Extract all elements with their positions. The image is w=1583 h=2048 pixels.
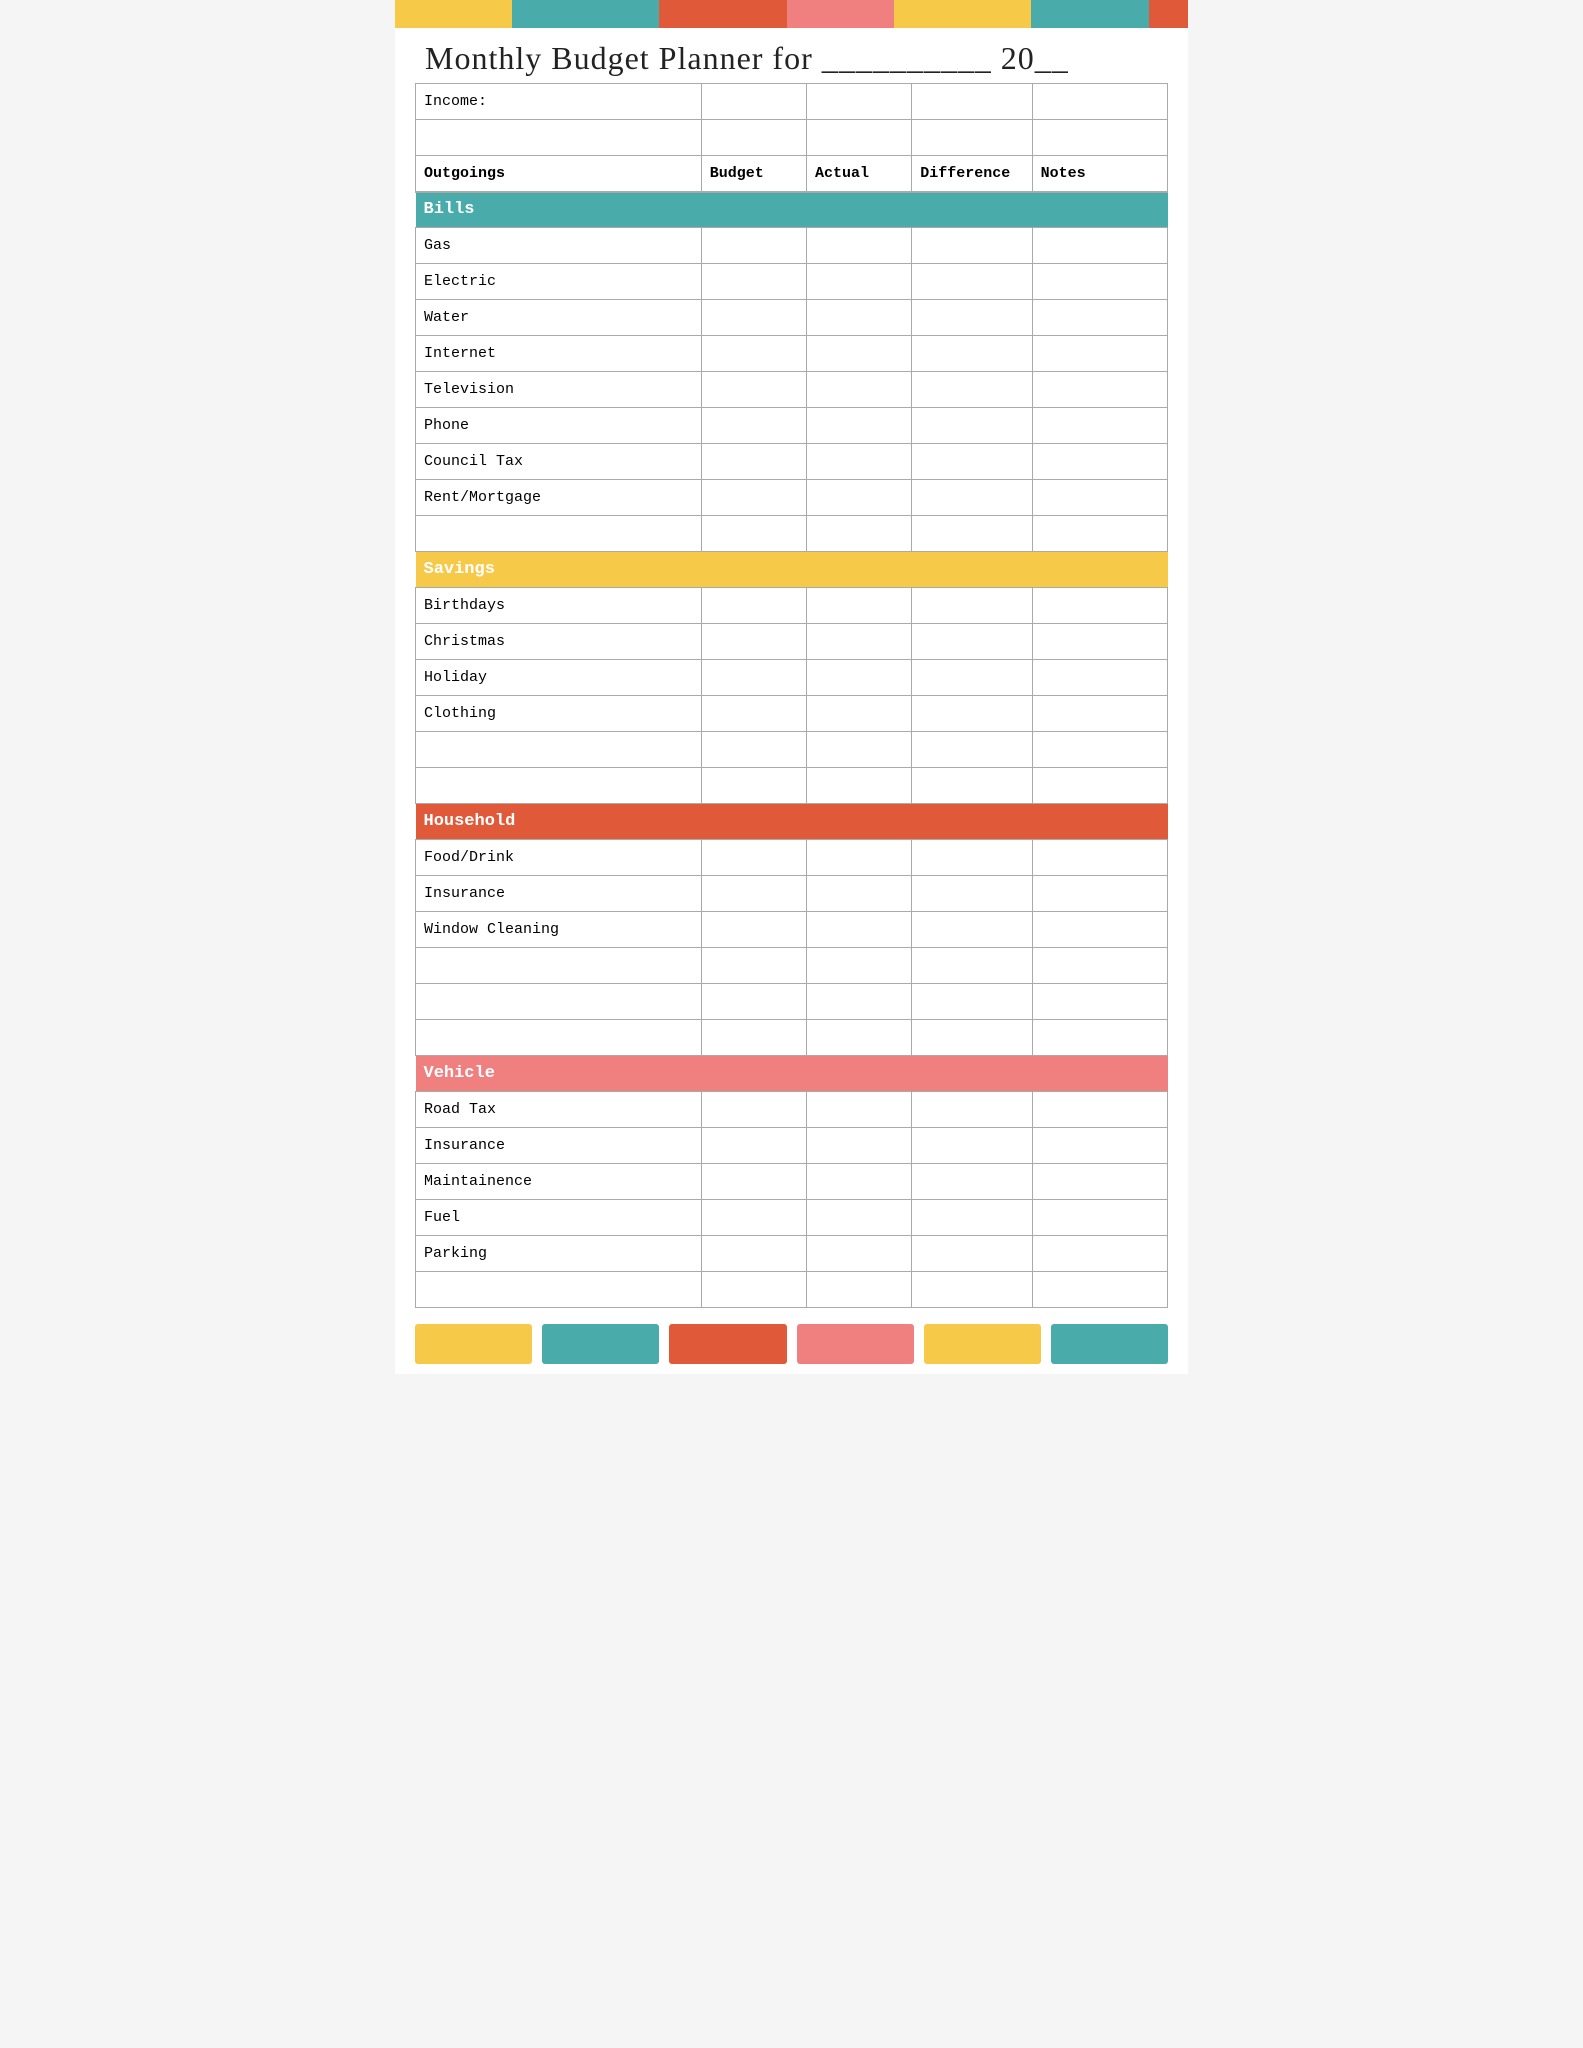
col-header-notes: Notes — [1032, 156, 1167, 192]
table-row: Christmas — [416, 624, 1168, 660]
income-notes[interactable] — [1032, 84, 1167, 120]
household-label: Household — [416, 804, 1168, 840]
col-header-outgoings: Outgoings — [416, 156, 702, 192]
col-header-budget: Budget — [701, 156, 806, 192]
item-insurance-vehicle: Insurance — [416, 1128, 702, 1164]
table-row: Parking — [416, 1236, 1168, 1272]
table-row: Insurance — [416, 1128, 1168, 1164]
table-row — [416, 948, 1168, 984]
table-row: Clothing — [416, 696, 1168, 732]
color-block-3 — [659, 0, 786, 28]
item-christmas: Christmas — [416, 624, 702, 660]
item-clothing: Clothing — [416, 696, 702, 732]
table-row: Rent/Mortgage — [416, 480, 1168, 516]
bottom-block-3 — [669, 1324, 786, 1364]
income-budget[interactable] — [701, 84, 806, 120]
item-holiday: Holiday — [416, 660, 702, 696]
table-row — [416, 1020, 1168, 1056]
item-water: Water — [416, 300, 702, 336]
item-insurance-household: Insurance — [416, 876, 702, 912]
item-rent-mortgage: Rent/Mortgage — [416, 480, 702, 516]
item-road-tax: Road Tax — [416, 1092, 702, 1128]
table-row: Window Cleaning — [416, 912, 1168, 948]
content-area: Income: Outgoings Budget Actual Differen… — [395, 83, 1188, 1308]
item-television: Television — [416, 372, 702, 408]
color-block-2 — [512, 0, 659, 28]
section-bills-header: Bills — [416, 192, 1168, 228]
item-maintainence: Maintainence — [416, 1164, 702, 1200]
income-label: Income: — [416, 84, 702, 120]
vehicle-label: Vehicle — [416, 1056, 1168, 1092]
item-council-tax: Council Tax — [416, 444, 702, 480]
title-area: Monthly Budget Planner for __________ 20… — [395, 28, 1188, 83]
section-savings-header: Savings — [416, 552, 1168, 588]
table-row — [416, 516, 1168, 552]
page-title: Monthly Budget Planner for __________ 20… — [425, 40, 1158, 77]
bottom-block-2 — [542, 1324, 659, 1364]
income-actual[interactable] — [807, 84, 912, 120]
table-row: Television — [416, 372, 1168, 408]
col-header-actual: Actual — [807, 156, 912, 192]
bottom-block-4 — [797, 1324, 914, 1364]
item-gas: Gas — [416, 228, 702, 264]
page: Monthly Budget Planner for __________ 20… — [395, 0, 1188, 1374]
color-block-6 — [1031, 0, 1148, 28]
table-row: Birthdays — [416, 588, 1168, 624]
savings-label: Savings — [416, 552, 1168, 588]
color-block-7 — [1149, 0, 1188, 28]
item-food-drink: Food/Drink — [416, 840, 702, 876]
table-row: Fuel — [416, 1200, 1168, 1236]
bottom-color-bar — [395, 1314, 1188, 1374]
col-header-difference: Difference — [912, 156, 1032, 192]
table-row — [416, 768, 1168, 804]
item-window-cleaning: Window Cleaning — [416, 912, 702, 948]
bottom-block-5 — [924, 1324, 1041, 1364]
table-row: Council Tax — [416, 444, 1168, 480]
column-header-row: Outgoings Budget Actual Difference Notes — [416, 156, 1168, 192]
item-internet: Internet — [416, 336, 702, 372]
item-electric: Electric — [416, 264, 702, 300]
item-fuel: Fuel — [416, 1200, 702, 1236]
budget-table: Income: Outgoings Budget Actual Differen… — [415, 83, 1168, 1308]
table-row: Phone — [416, 408, 1168, 444]
item-birthdays: Birthdays — [416, 588, 702, 624]
table-row: Food/Drink — [416, 840, 1168, 876]
table-row: Maintainence — [416, 1164, 1168, 1200]
income-row: Income: — [416, 84, 1168, 120]
section-vehicle-header: Vehicle — [416, 1056, 1168, 1092]
bills-label: Bills — [416, 192, 1168, 228]
section-household-header: Household — [416, 804, 1168, 840]
table-row — [416, 732, 1168, 768]
bottom-block-1 — [415, 1324, 532, 1364]
top-color-bar — [395, 0, 1188, 28]
table-row: Water — [416, 300, 1168, 336]
table-row: Electric — [416, 264, 1168, 300]
table-row — [416, 984, 1168, 1020]
item-phone: Phone — [416, 408, 702, 444]
table-row: Holiday — [416, 660, 1168, 696]
color-block-5 — [894, 0, 1031, 28]
income-diff[interactable] — [912, 84, 1032, 120]
item-parking: Parking — [416, 1236, 702, 1272]
table-row: Gas — [416, 228, 1168, 264]
color-block-1 — [395, 0, 512, 28]
table-row: Road Tax — [416, 1092, 1168, 1128]
table-row: Internet — [416, 336, 1168, 372]
empty-row-after-income — [416, 120, 1168, 156]
table-row: Insurance — [416, 876, 1168, 912]
bottom-block-6 — [1051, 1324, 1168, 1364]
color-block-4 — [787, 0, 895, 28]
table-row — [416, 1272, 1168, 1308]
